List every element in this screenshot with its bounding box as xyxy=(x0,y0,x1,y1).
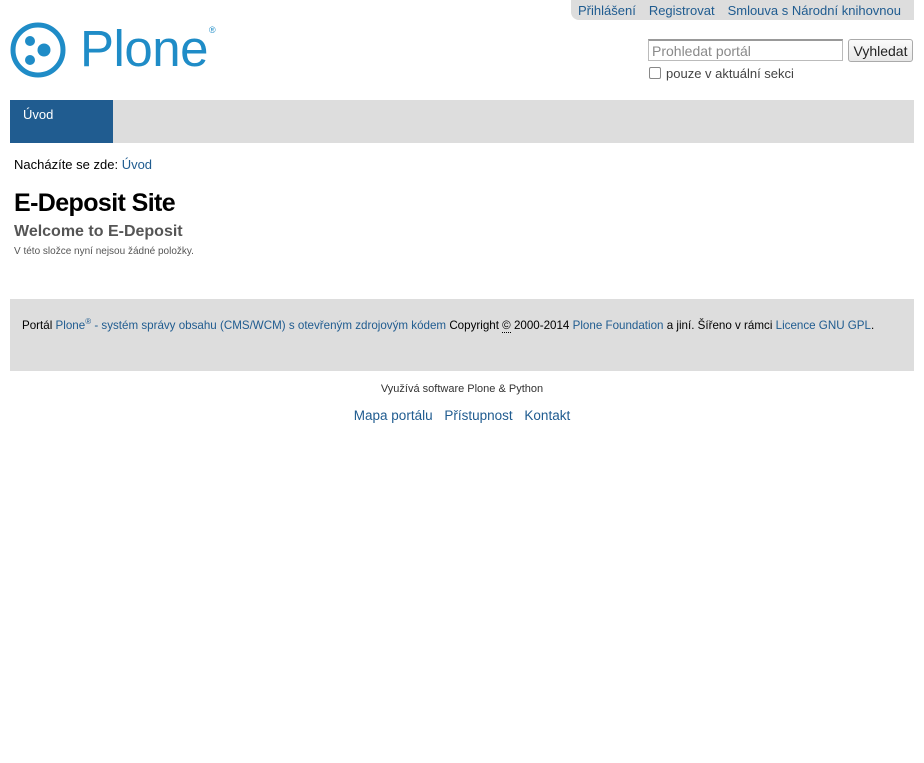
copyright-symbol: © xyxy=(502,319,511,333)
colophon: Využívá software Plone & Python xyxy=(380,383,544,395)
nav-tab-home[interactable]: Úvod xyxy=(10,100,113,143)
accessibility-link[interactable]: Přístupnost xyxy=(444,408,512,423)
logo-wordmark: Plone xyxy=(80,20,208,77)
footer-text: Portál xyxy=(22,319,53,332)
portal-footer: Portál Plone® - systém správy obsahu (CM… xyxy=(10,299,914,371)
breadcrumb-prefix: Nacházíte se zde: xyxy=(14,157,119,172)
plone-link[interactable]: Plone® - systém správy obsahu (CMS/WCM) … xyxy=(55,318,447,332)
global-nav: Úvod xyxy=(10,100,914,143)
copyright-years: 2000-2014 xyxy=(510,319,573,332)
site-actions: Mapa portálu Přístupnost Kontakt xyxy=(0,408,924,423)
footer-text-3: . xyxy=(871,319,875,332)
plone-link-description: - systém správy obsahu (CMS/WCM) s otevř… xyxy=(91,319,447,332)
gpl-license-link[interactable]: Licence GNU GPL xyxy=(776,319,871,332)
search-scope-label: pouze v aktuální sekci xyxy=(666,66,794,81)
logo-registered-mark: ® xyxy=(208,25,216,35)
page-title: E-Deposit Site xyxy=(14,189,176,217)
footer-text-2: a jiní. Šířeno v rámci xyxy=(663,319,776,332)
sitemap-link[interactable]: Mapa portálu xyxy=(354,408,433,423)
plone-logo-icon xyxy=(10,22,66,78)
search-button[interactable]: Vyhledat xyxy=(848,39,913,62)
empty-folder-message: V této složce nyní nejsou žádné položky. xyxy=(14,246,194,257)
plone-logo[interactable]: Plone ® xyxy=(10,20,216,78)
agreement-link[interactable]: Smlouva s Národní knihovnou xyxy=(728,3,901,18)
search-input[interactable] xyxy=(648,39,843,61)
breadcrumb-home-link[interactable]: Úvod xyxy=(122,157,152,172)
login-link[interactable]: Přihlášení xyxy=(578,3,636,18)
personal-bar: Přihlášení Registrovat Smlouva s Národní… xyxy=(571,0,914,20)
plone-foundation-link[interactable]: Plone Foundation xyxy=(573,319,664,332)
breadcrumb: Nacházíte se zde: Úvod xyxy=(14,157,152,172)
contact-link[interactable]: Kontakt xyxy=(524,408,570,423)
register-link[interactable]: Registrovat xyxy=(649,3,715,18)
current-section-checkbox[interactable] xyxy=(649,66,661,79)
plone-link-label: Plone xyxy=(55,319,86,332)
copyright-label: Copyright xyxy=(449,319,499,332)
search-scope-option[interactable]: pouze v aktuální sekci xyxy=(649,66,794,81)
page-description: Welcome to E-Deposit xyxy=(14,223,183,240)
